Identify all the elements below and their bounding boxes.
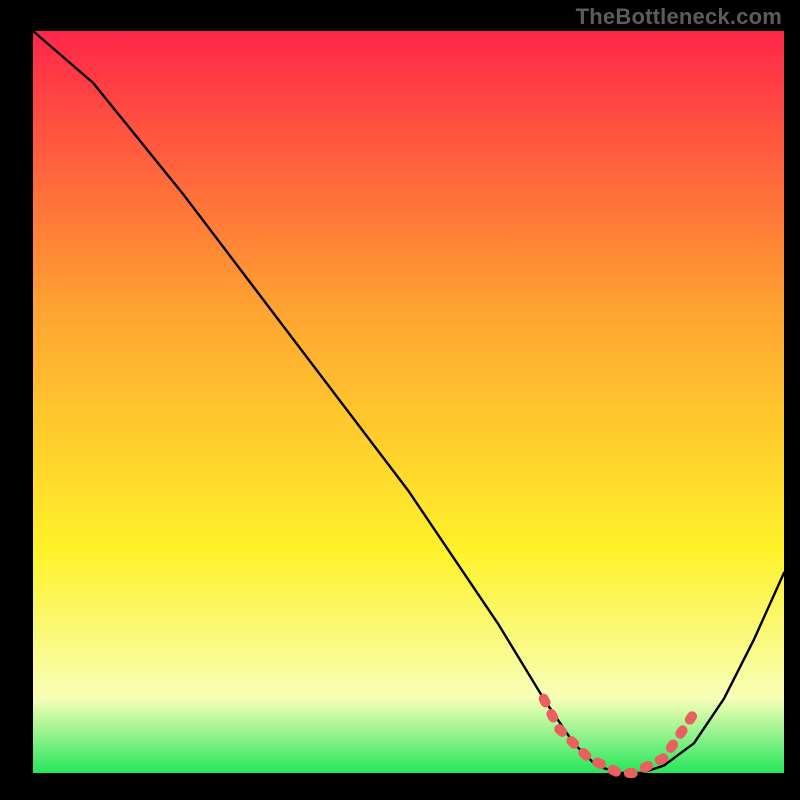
bottleneck-chart — [0, 0, 800, 800]
plot-background — [33, 31, 784, 773]
watermark-text: TheBottleneck.com — [576, 4, 782, 30]
chart-wrapper: TheBottleneck.com — [0, 0, 800, 800]
